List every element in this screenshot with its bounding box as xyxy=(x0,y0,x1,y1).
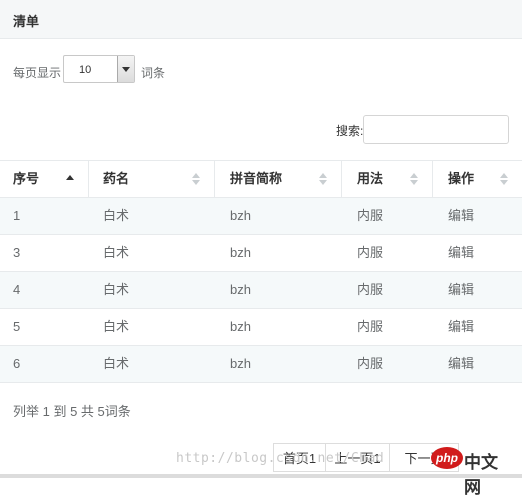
cell-name: 白术 xyxy=(103,208,130,223)
edit-link[interactable]: 编辑 xyxy=(433,198,522,234)
column-header-label: 用法 xyxy=(357,171,384,186)
table-info: 列举 1 到 5 共 5词条 xyxy=(13,404,131,419)
column-header-label: 操作 xyxy=(448,171,475,186)
sort-ascending-icon xyxy=(66,173,74,185)
cell-name: 白术 xyxy=(103,245,130,260)
cell-pinyin: bzh xyxy=(230,245,251,260)
table-row: 4 白术 bzh 内服 编辑 xyxy=(0,272,522,309)
cell-usage: 内服 xyxy=(357,319,384,334)
horizontal-scrollbar[interactable] xyxy=(0,474,522,478)
column-header-action[interactable]: 操作 xyxy=(433,161,522,197)
cell-name: 白术 xyxy=(103,356,130,371)
cell-id: 5 xyxy=(13,319,21,334)
edit-link[interactable]: 编辑 xyxy=(433,235,522,271)
cell-usage: 内服 xyxy=(357,282,384,297)
panel-title: 清单 xyxy=(13,14,40,29)
cell-pinyin: bzh xyxy=(230,208,251,223)
php-logo: php 中文网 xyxy=(431,446,511,498)
watermark: http://blog.csdn.net/Chad xyxy=(176,451,385,466)
column-header-label: 序号 xyxy=(13,171,40,186)
table-header-row: 序号 药名 拼音简称 用法 操作 xyxy=(0,161,522,198)
search-input[interactable] xyxy=(363,115,509,144)
page-length-suffix: 词条 xyxy=(141,66,166,80)
column-header-id[interactable]: 序号 xyxy=(0,161,89,197)
cell-pinyin: bzh xyxy=(230,319,251,334)
cell-usage: 内服 xyxy=(357,356,384,371)
sort-icon xyxy=(500,173,508,185)
table-row: 5 白术 bzh 内服 编辑 xyxy=(0,309,522,346)
page-length-value: 10 xyxy=(79,64,92,76)
sort-icon xyxy=(192,173,200,185)
table-row: 1 白术 bzh 内服 编辑 xyxy=(0,198,522,235)
column-header-usage[interactable]: 用法 xyxy=(342,161,433,197)
sort-icon xyxy=(319,173,327,185)
column-header-name[interactable]: 药名 xyxy=(89,161,215,197)
cell-name: 白术 xyxy=(103,319,130,334)
sort-icon xyxy=(410,173,418,185)
page-length-prefix: 每页显示 xyxy=(13,66,62,80)
search-label: 搜索: xyxy=(336,124,364,138)
logo-text: 中文网 xyxy=(464,453,498,498)
column-header-label: 药名 xyxy=(103,171,130,186)
panel-header: 清单 xyxy=(0,0,522,39)
cell-usage: 内服 xyxy=(357,245,384,260)
edit-link[interactable]: 编辑 xyxy=(433,346,522,382)
page-length-select[interactable]: 10 xyxy=(63,55,135,83)
chevron-down-icon[interactable] xyxy=(117,56,134,82)
edit-link[interactable]: 编辑 xyxy=(433,272,522,308)
edit-link[interactable]: 编辑 xyxy=(433,309,522,345)
cell-pinyin: bzh xyxy=(230,282,251,297)
cell-id: 1 xyxy=(13,208,21,223)
cell-name: 白术 xyxy=(103,282,130,297)
cell-id: 4 xyxy=(13,282,21,297)
cell-usage: 内服 xyxy=(357,208,384,223)
logo-badge: php xyxy=(431,447,463,469)
cell-pinyin: bzh xyxy=(230,356,251,371)
column-header-pinyin[interactable]: 拼音简称 xyxy=(215,161,342,197)
cell-id: 3 xyxy=(13,245,21,260)
cell-id: 6 xyxy=(13,356,21,371)
table-row: 3 白术 bzh 内服 编辑 xyxy=(0,235,522,272)
table-row: 6 白术 bzh 内服 编辑 xyxy=(0,346,522,383)
data-table: 序号 药名 拼音简称 用法 操作 1 白术 bzh 内服 编辑 3 白术 bzh… xyxy=(0,160,522,383)
column-header-label: 拼音简称 xyxy=(230,171,283,186)
